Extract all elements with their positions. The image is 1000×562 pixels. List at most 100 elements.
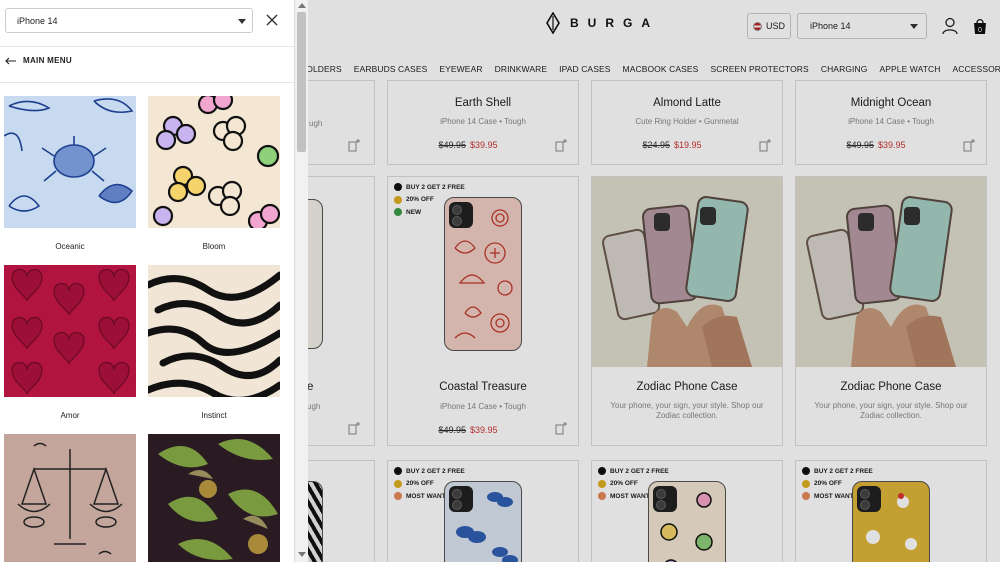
promo-badge: BUY 2 GET 2 FREE <box>802 465 873 478</box>
product-card[interactable]: BUY 2 GET 2 FREE 20% OFF MOST WANT... <box>795 460 987 562</box>
divider <box>0 46 294 47</box>
drawer-scrollbar[interactable] <box>294 0 308 562</box>
add-to-cart-icon[interactable] <box>758 138 772 152</box>
product-card[interactable]: Almond Latte Cute Ring Holder • Gunmetal… <box>591 80 783 165</box>
collection-description: Your phone, your sign, your style. Shop … <box>610 401 764 420</box>
currency-selector[interactable]: USD <box>747 13 791 39</box>
scroll-down-arrow-icon[interactable] <box>298 552 306 557</box>
product-card[interactable]: Midnight Ocean iPhone 14 Case • Tough $4… <box>795 80 987 165</box>
price: $24.95 $19.95 <box>592 140 767 150</box>
heart-icon <box>394 492 402 501</box>
tile-label-bloom: Bloom <box>202 242 226 251</box>
close-icon[interactable] <box>264 12 280 28</box>
promo-badge: BUY 2 GET 2 FREE <box>598 465 669 478</box>
back-to-main-menu[interactable]: MAIN MENU <box>5 56 72 65</box>
camera-module <box>449 486 473 512</box>
cart-icon[interactable]: 0 <box>972 17 988 35</box>
product-subtitle: Cute Ring Holder • Gunmetal <box>635 117 739 126</box>
product-card[interactable]: BUY 2 GET 2 FREE 20% OFF MOST WANT... <box>387 460 579 562</box>
sale-price: $39.95 <box>878 140 906 150</box>
collection-card[interactable]: Zodiac Phone Case Your phone, your sign,… <box>795 176 987 446</box>
device-selector-value: iPhone 14 <box>810 21 851 31</box>
main-nav: HOLDERS EARBUDS CASES EYEWEAR DRINKWARE … <box>300 58 1000 80</box>
original-price: $49.95 <box>846 140 874 150</box>
percent-icon <box>394 195 402 204</box>
arrow-left-icon <box>5 57 16 64</box>
gift-icon <box>394 183 402 192</box>
collection-tile-oceanic[interactable] <box>4 96 136 228</box>
device-selector[interactable]: iPhone 14 <box>797 13 927 39</box>
price: $49.95 $39.95 <box>388 140 563 150</box>
side-menu-drawer: iPhone 14 MAIN MENU Oceanic Bloom Amor I… <box>0 0 294 562</box>
logo-mark-icon <box>546 12 560 34</box>
price: $49.95 $39.95 <box>796 140 971 150</box>
nav-apple-watch[interactable]: APPLE WATCH <box>879 64 940 74</box>
collection-tile-floral[interactable] <box>148 434 280 562</box>
product-subtitle: iPhone 14 Case • Tough <box>440 402 526 411</box>
instinct-pattern-icon <box>148 271 280 397</box>
sale-price: $19.95 <box>674 140 702 150</box>
collection-tile-instinct[interactable] <box>148 265 280 397</box>
product-image <box>444 481 522 562</box>
camera-module <box>449 202 473 228</box>
hands-holding-phones-image <box>592 177 782 367</box>
gift-icon <box>802 467 810 476</box>
tile-label-amor: Amor <box>60 411 80 420</box>
collection-tile-zodiac[interactable] <box>4 434 136 562</box>
svg-text:0: 0 <box>978 27 982 34</box>
drawer-device-value: iPhone 14 <box>17 15 58 26</box>
add-to-cart-icon[interactable] <box>962 138 976 152</box>
promo-badge: BUY 2 GET 2 FREE <box>394 465 465 478</box>
scroll-up-arrow-icon[interactable] <box>298 3 306 8</box>
product-image <box>648 481 726 562</box>
product-title: Coastal Treasure <box>439 381 527 393</box>
collection-image <box>592 177 782 367</box>
add-to-cart-icon[interactable] <box>347 138 361 152</box>
collection-tile-bloom[interactable] <box>148 96 280 228</box>
product-image <box>852 481 930 562</box>
product-subtitle: iPhone 14 Case • Tough <box>440 117 526 126</box>
product-card[interactable]: Earth Shell iPhone 14 Case • Tough $49.9… <box>387 80 579 165</box>
add-to-cart-icon[interactable] <box>347 421 361 435</box>
back-label: MAIN MENU <box>23 56 72 65</box>
nav-accessories[interactable]: ACCESSORIES <box>953 64 1000 74</box>
star-icon <box>394 208 402 217</box>
bloom-pattern-icon <box>152 96 280 228</box>
gift-icon <box>598 467 606 476</box>
tile-label-oceanic: Oceanic <box>55 242 85 251</box>
add-to-cart-icon[interactable] <box>554 138 568 152</box>
nav-earbuds-cases[interactable]: EARBUDS CASES <box>354 64 428 74</box>
product-card[interactable]: BUY 2 GET 2 FREE 20% OFF MOST WANT... <box>591 460 783 562</box>
product-card[interactable]: BUY 2 GET 2 FREE 20% OFF NEW Coastal Tre… <box>387 176 579 446</box>
collection-tile-amor[interactable] <box>4 265 136 397</box>
divider <box>0 82 294 83</box>
collection-title: Zodiac Phone Case <box>840 381 942 393</box>
collection-image <box>796 177 986 367</box>
collection-card[interactable]: Zodiac Phone Case Your phone, your sign,… <box>591 176 783 446</box>
percent-icon <box>394 479 402 488</box>
nav-ipad-cases[interactable]: IPAD CASES <box>559 64 610 74</box>
original-price: $49.95 <box>438 425 466 435</box>
brand-logo[interactable]: BURGA <box>546 12 659 34</box>
add-to-cart-icon[interactable] <box>554 421 568 435</box>
amor-pattern-icon <box>11 268 130 395</box>
collection-description: Your phone, your sign, your style. Shop … <box>814 401 968 420</box>
heart-icon <box>802 492 810 501</box>
scroll-thumb[interactable] <box>297 12 306 152</box>
gift-icon <box>394 467 402 476</box>
product-title: Earth Shell <box>454 97 512 109</box>
original-price: $24.95 <box>642 140 670 150</box>
tile-label-instinct: Instinct <box>201 411 227 420</box>
nav-drinkware[interactable]: DRINKWARE <box>495 64 548 74</box>
chevron-down-icon <box>238 19 246 24</box>
product-subtitle: iPhone 14 Case • Tough <box>848 117 934 126</box>
nav-macbook-cases[interactable]: MACBOOK CASES <box>623 64 699 74</box>
user-icon[interactable] <box>942 17 958 35</box>
drawer-device-selector[interactable]: iPhone 14 <box>5 8 253 33</box>
nav-charging[interactable]: CHARGING <box>821 64 868 74</box>
camera-module <box>857 486 881 512</box>
nav-screen-protectors[interactable]: SCREEN PROTECTORS <box>710 64 808 74</box>
nav-eyewear[interactable]: EYEWEAR <box>439 64 482 74</box>
percent-icon <box>802 479 810 488</box>
product-title: Almond Latte <box>653 97 721 109</box>
